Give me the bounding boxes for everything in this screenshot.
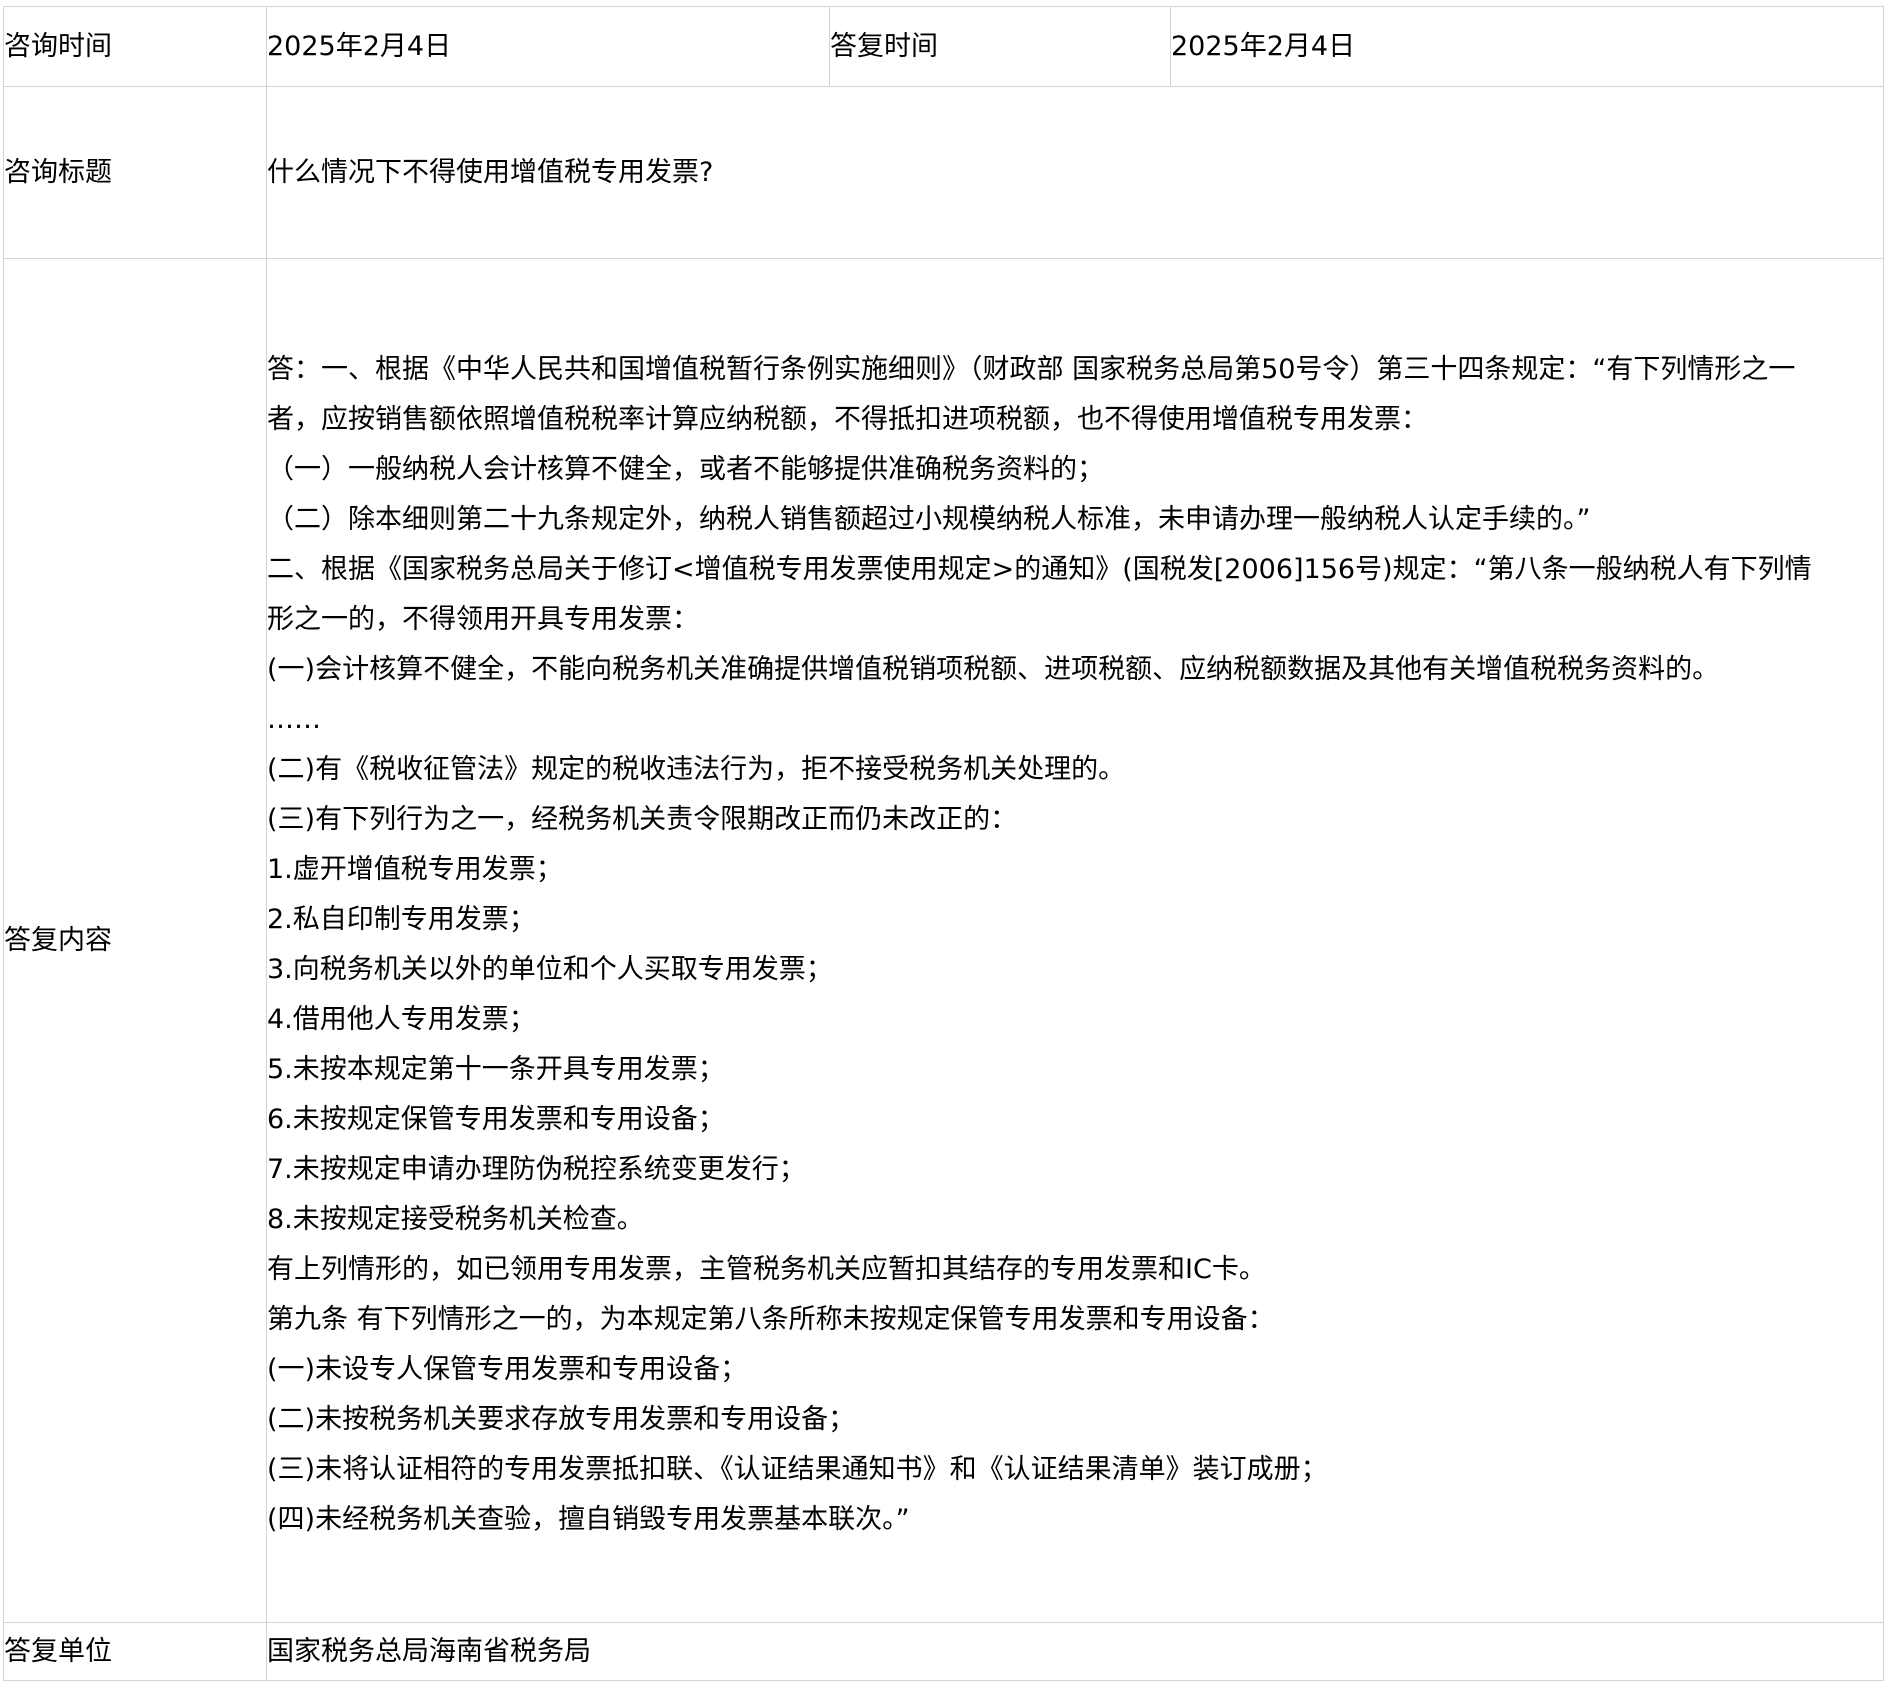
consult-time-label: 咨询时间 bbox=[3, 6, 267, 87]
reply-time-label: 答复时间 bbox=[829, 6, 1171, 87]
consultation-table: 咨询时间 2025年2月4日 答复时间 2025年2月4日 咨询标题 什么情况下… bbox=[3, 6, 1884, 1681]
reply-content-row: 答复内容 答：一、根据《中华人民共和国增值税暂行条例实施细则》（财政部 国家税务… bbox=[3, 258, 1884, 1623]
reply-content-line: 7.未按规定申请办理防伪税控系统变更发行； bbox=[267, 1153, 806, 1185]
reply-content-line: (四)未经税务机关查验，擅自销毁专用发票基本联次。” bbox=[267, 1503, 910, 1535]
reply-content-line: 二、根据《国家税务总局关于修订<增值税专用发票使用规定>的通知》(国税发[200… bbox=[267, 553, 1812, 585]
reply-content-line: 1.虚开增值税专用发票； bbox=[267, 853, 563, 885]
reply-content-line: 答：一、根据《中华人民共和国增值税暂行条例实施细则》（财政部 国家税务总局第50… bbox=[267, 353, 1796, 385]
reply-content-line: (一)未设专人保管专用发票和专用设备； bbox=[267, 1353, 748, 1385]
consult-time-value: 2025年2月4日 bbox=[266, 6, 830, 87]
reply-content-line: 形之一的，不得领用开具专用发票： bbox=[267, 603, 700, 635]
reply-content-line: （一）一般纳税人会计核算不健全，或者不能够提供准确税务资料的； bbox=[267, 453, 1105, 485]
consult-time-row: 咨询时间 2025年2月4日 答复时间 2025年2月4日 bbox=[3, 6, 1884, 87]
reply-content-line: 4.借用他人专用发票； bbox=[267, 1003, 536, 1035]
reply-content-line: 5.未按本规定第十一条开具专用发票； bbox=[267, 1053, 725, 1085]
reply-content-line: (二)未按税务机关要求存放专用发票和专用设备； bbox=[267, 1403, 856, 1435]
reply-content-line: 6.未按规定保管专用发票和专用设备； bbox=[267, 1103, 725, 1135]
reply-content-cell: 答：一、根据《中华人民共和国增值税暂行条例实施细则》（财政部 国家税务总局第50… bbox=[266, 258, 1884, 1623]
consult-title-value: 什么情况下不得使用增值税专用发票? bbox=[266, 86, 1884, 259]
reply-content-line: (三)有下列行为之一，经税务机关责令限期改正而仍未改正的： bbox=[267, 803, 1018, 835]
reply-content-line: 有上列情形的，如已领用专用发票，主管税务机关应暂扣其结存的专用发票和IC卡。 bbox=[267, 1253, 1266, 1285]
consult-title-label: 咨询标题 bbox=[3, 86, 267, 259]
consult-title-row: 咨询标题 什么情况下不得使用增值税专用发票? bbox=[3, 86, 1884, 259]
reply-content-line: （二）除本细则第二十九条规定外，纳税人销售额超过小规模纳税人标准，未申请办理一般… bbox=[267, 503, 1591, 535]
reply-content-line: 第九条 有下列情形之一的，为本规定第八条所称未按规定保管专用发票和专用设备： bbox=[267, 1303, 1275, 1335]
reply-content-line: 者，应按销售额依照增值税税率计算应纳税额，不得抵扣进项税额，也不得使用增值税专用… bbox=[267, 403, 1429, 435]
reply-content-line: (一)会计核算不健全，不能向税务机关准确提供增值税销项税额、进项税额、应纳税额数… bbox=[267, 653, 1720, 685]
reply-unit-row: 答复单位 国家税务总局海南省税务局 bbox=[3, 1622, 1884, 1681]
reply-content-line: 2.私自印制专用发票； bbox=[267, 903, 536, 935]
reply-unit-label: 答复单位 bbox=[3, 1622, 267, 1681]
reply-content-text: 答：一、根据《中华人民共和国增值税暂行条例实施细则》（财政部 国家税务总局第50… bbox=[267, 337, 1883, 1545]
reply-unit-value: 国家税务总局海南省税务局 bbox=[266, 1622, 1884, 1681]
reply-content-label: 答复内容 bbox=[3, 258, 267, 1623]
reply-content-line: (二)有《税收征管法》规定的税收违法行为，拒不接受税务机关处理的。 bbox=[267, 753, 1126, 785]
reply-content-line: 3.向税务机关以外的单位和个人买取专用发票； bbox=[267, 953, 833, 985]
reply-content-line: (三)未将认证相符的专用发票抵扣联、《认证结果通知书》和《认证结果清单》装订成册… bbox=[267, 1453, 1328, 1485]
reply-content-line: …… bbox=[267, 703, 322, 735]
reply-time-value: 2025年2月4日 bbox=[1170, 6, 1884, 87]
reply-content-line: 8.未按规定接受税务机关检查。 bbox=[267, 1203, 644, 1235]
